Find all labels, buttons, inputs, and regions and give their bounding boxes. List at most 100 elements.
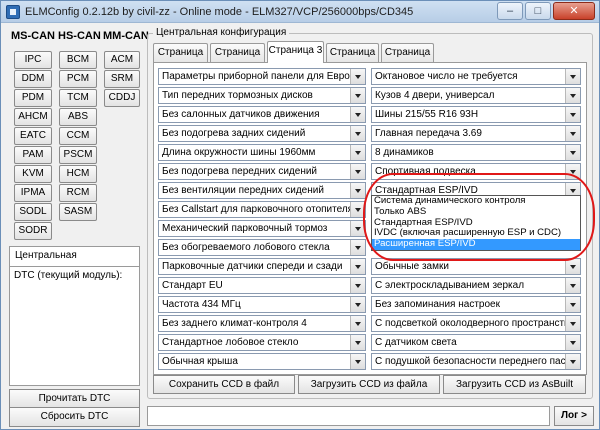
combo-roof[interactable]: Обычная крыша	[158, 353, 366, 370]
module-button-eatc[interactable]: EATC	[14, 127, 52, 145]
module-button-bcm[interactable]: BCM	[59, 51, 97, 69]
combo-tire-circumference[interactable]: Длина окружности шины 1960мм	[158, 144, 366, 161]
chevron-down-icon[interactable]	[350, 221, 365, 236]
module-button-ccm[interactable]: CCM	[59, 127, 97, 145]
combo-parking-sensors[interactable]: Парковочные датчики спереди и сзади	[158, 258, 366, 275]
combo-standard-region[interactable]: Стандарт EU	[158, 277, 366, 294]
dropdown-option-selected[interactable]: Расширенная ESP/IVD	[372, 238, 580, 250]
module-button-ipc[interactable]: IPC	[14, 51, 52, 69]
combo-windshield[interactable]: Стандартное лобовое стекло	[158, 334, 366, 351]
central-config-tab[interactable]: Центральная конфигурация	[9, 246, 140, 279]
module-button-ahcm[interactable]: AHCM	[14, 108, 52, 126]
chevron-down-icon[interactable]	[350, 240, 365, 255]
combo-body-type[interactable]: Кузов 4 двери, универсал	[371, 87, 581, 104]
read-dtc-button[interactable]: Прочитать DTC	[9, 389, 140, 409]
chevron-down-icon[interactable]	[350, 88, 365, 103]
combo-heated-windshield[interactable]: Без обогреваемого лобового стекла	[158, 239, 366, 256]
combo-frequency[interactable]: Частота 434 МГц	[158, 296, 366, 313]
dropdown-option[interactable]: Только ABS	[372, 206, 580, 218]
combo-suspension[interactable]: Спортивная подвеска	[371, 163, 581, 180]
chevron-down-icon[interactable]	[350, 297, 365, 312]
chevron-down-icon[interactable]	[565, 88, 580, 103]
combo-front-seat-ventilation[interactable]: Без вентиляции передних сидений	[158, 182, 366, 199]
combo-light-sensor[interactable]: С датчиком света	[371, 334, 581, 351]
combo-final-drive[interactable]: Главная передача 3.69	[371, 125, 581, 142]
combo-rear-seat-heating[interactable]: Без подогрева задних сидений	[158, 125, 366, 142]
minimize-button[interactable]: –	[497, 2, 523, 20]
clear-dtc-button[interactable]: Сбросить DTC	[9, 407, 140, 427]
module-button-pscm[interactable]: PSCM	[59, 146, 97, 164]
chevron-down-icon[interactable]	[350, 316, 365, 331]
combo-instrument-cluster[interactable]: Параметры приборной панели для Европы	[158, 68, 366, 85]
module-button-pdm[interactable]: PDM	[14, 89, 52, 107]
load-ccd-file-button[interactable]: Загрузить CCD из файла	[298, 375, 440, 394]
combo-parking-heater-callstart[interactable]: Без Callstart для парковочного отопителя	[158, 201, 366, 218]
close-button[interactable]: ✕	[553, 2, 595, 20]
module-button-acm[interactable]: ACM	[104, 51, 140, 69]
tab-page-3[interactable]: Страница 3	[267, 41, 324, 63]
tab-page-4[interactable]: Страница 4	[326, 43, 379, 76]
chevron-down-icon[interactable]	[565, 278, 580, 293]
tab-page-1[interactable]: Страница 1	[153, 43, 208, 76]
chevron-down-icon[interactable]	[565, 297, 580, 312]
module-button-ddm[interactable]: DDM	[14, 70, 52, 88]
chevron-down-icon[interactable]	[350, 354, 365, 369]
chevron-down-icon[interactable]	[350, 145, 365, 160]
chevron-down-icon[interactable]	[565, 164, 580, 179]
chevron-down-icon[interactable]	[565, 145, 580, 160]
chevron-down-icon[interactable]	[350, 164, 365, 179]
module-button-abs[interactable]: ABS	[59, 108, 97, 126]
chevron-down-icon[interactable]	[565, 107, 580, 122]
chevron-down-icon[interactable]	[350, 183, 365, 198]
chevron-down-icon[interactable]	[350, 69, 365, 84]
tab-page-2[interactable]: Страница 2	[210, 43, 265, 76]
chevron-down-icon[interactable]	[350, 278, 365, 293]
combo-puddle-lights[interactable]: С подсветкой околодверного пространства	[371, 315, 581, 332]
combo-parking-brake[interactable]: Механический парковочный тормоз	[158, 220, 366, 237]
tab-page-5[interactable]: Страница 5	[381, 43, 434, 76]
chevron-down-icon[interactable]	[565, 69, 580, 84]
dtc-list[interactable]: DTC (текущий модуль):	[9, 266, 140, 386]
module-button-pcm[interactable]: PCM	[59, 70, 97, 88]
chevron-down-icon[interactable]	[565, 259, 580, 274]
chevron-down-icon[interactable]	[565, 316, 580, 331]
combo-mirror-folding[interactable]: С электроскладыванием зеркал	[371, 277, 581, 294]
module-button-sodl[interactable]: SODL	[14, 203, 52, 221]
combo-value: 8 динамиков	[375, 147, 434, 158]
module-button-srm[interactable]: SRM	[104, 70, 140, 88]
chevron-down-icon[interactable]	[350, 126, 365, 141]
combo-interior-motion-sensors[interactable]: Без салонных датчиков движения	[158, 106, 366, 123]
combo-speakers[interactable]: 8 динамиков	[371, 144, 581, 161]
chevron-down-icon[interactable]	[350, 107, 365, 122]
combo-locks[interactable]: Обычные замки	[371, 258, 581, 275]
module-button-rcm[interactable]: RCM	[59, 184, 97, 202]
combo-rear-climate-control[interactable]: Без заднего климат-контроля 4	[158, 315, 366, 332]
chevron-down-icon[interactable]	[350, 259, 365, 274]
module-button-hcm[interactable]: HCM	[59, 165, 97, 183]
chevron-down-icon[interactable]	[565, 335, 580, 350]
combo-front-brake-discs[interactable]: Тип передних тормозных дисков	[158, 87, 366, 104]
chevron-down-icon[interactable]	[565, 354, 580, 369]
combo-memory-settings[interactable]: Без запоминания настроек	[371, 296, 581, 313]
module-button-sasm[interactable]: SASM	[59, 203, 97, 221]
module-button-pam[interactable]: PAM	[14, 146, 52, 164]
log-output[interactable]	[147, 406, 550, 426]
module-button-ipma[interactable]: IPMA	[14, 184, 52, 202]
title-bar[interactable]: ELMConfig 0.2.12b by civil-zz - Online m…	[1, 1, 599, 23]
module-button-cddj[interactable]: CDDJ	[104, 89, 140, 107]
chevron-down-icon[interactable]	[565, 126, 580, 141]
save-ccd-button[interactable]: Сохранить CCD в файл	[153, 375, 295, 394]
chevron-down-icon[interactable]	[350, 335, 365, 350]
chevron-down-icon[interactable]	[350, 202, 365, 217]
esp-ivd-dropdown-list[interactable]: Система динамического контроля Только AB…	[371, 195, 581, 251]
combo-passenger-airbag[interactable]: С подушкой безопасности переднего пассаж…	[371, 353, 581, 370]
load-ccd-asbuilt-button[interactable]: Загрузить CCD из AsBuilt	[443, 375, 586, 394]
module-button-kvm[interactable]: KVM	[14, 165, 52, 183]
combo-octane[interactable]: Октановое число не требуется	[371, 68, 581, 85]
module-button-tcm[interactable]: TCM	[59, 89, 97, 107]
combo-front-seat-heating[interactable]: Без подогрева передних сидений	[158, 163, 366, 180]
log-toggle-button[interactable]: Лог >	[554, 406, 594, 426]
maximize-button[interactable]: □	[525, 2, 551, 20]
combo-tires[interactable]: Шины 215/55 R16 93H	[371, 106, 581, 123]
module-button-sodr[interactable]: SODR	[14, 222, 52, 240]
